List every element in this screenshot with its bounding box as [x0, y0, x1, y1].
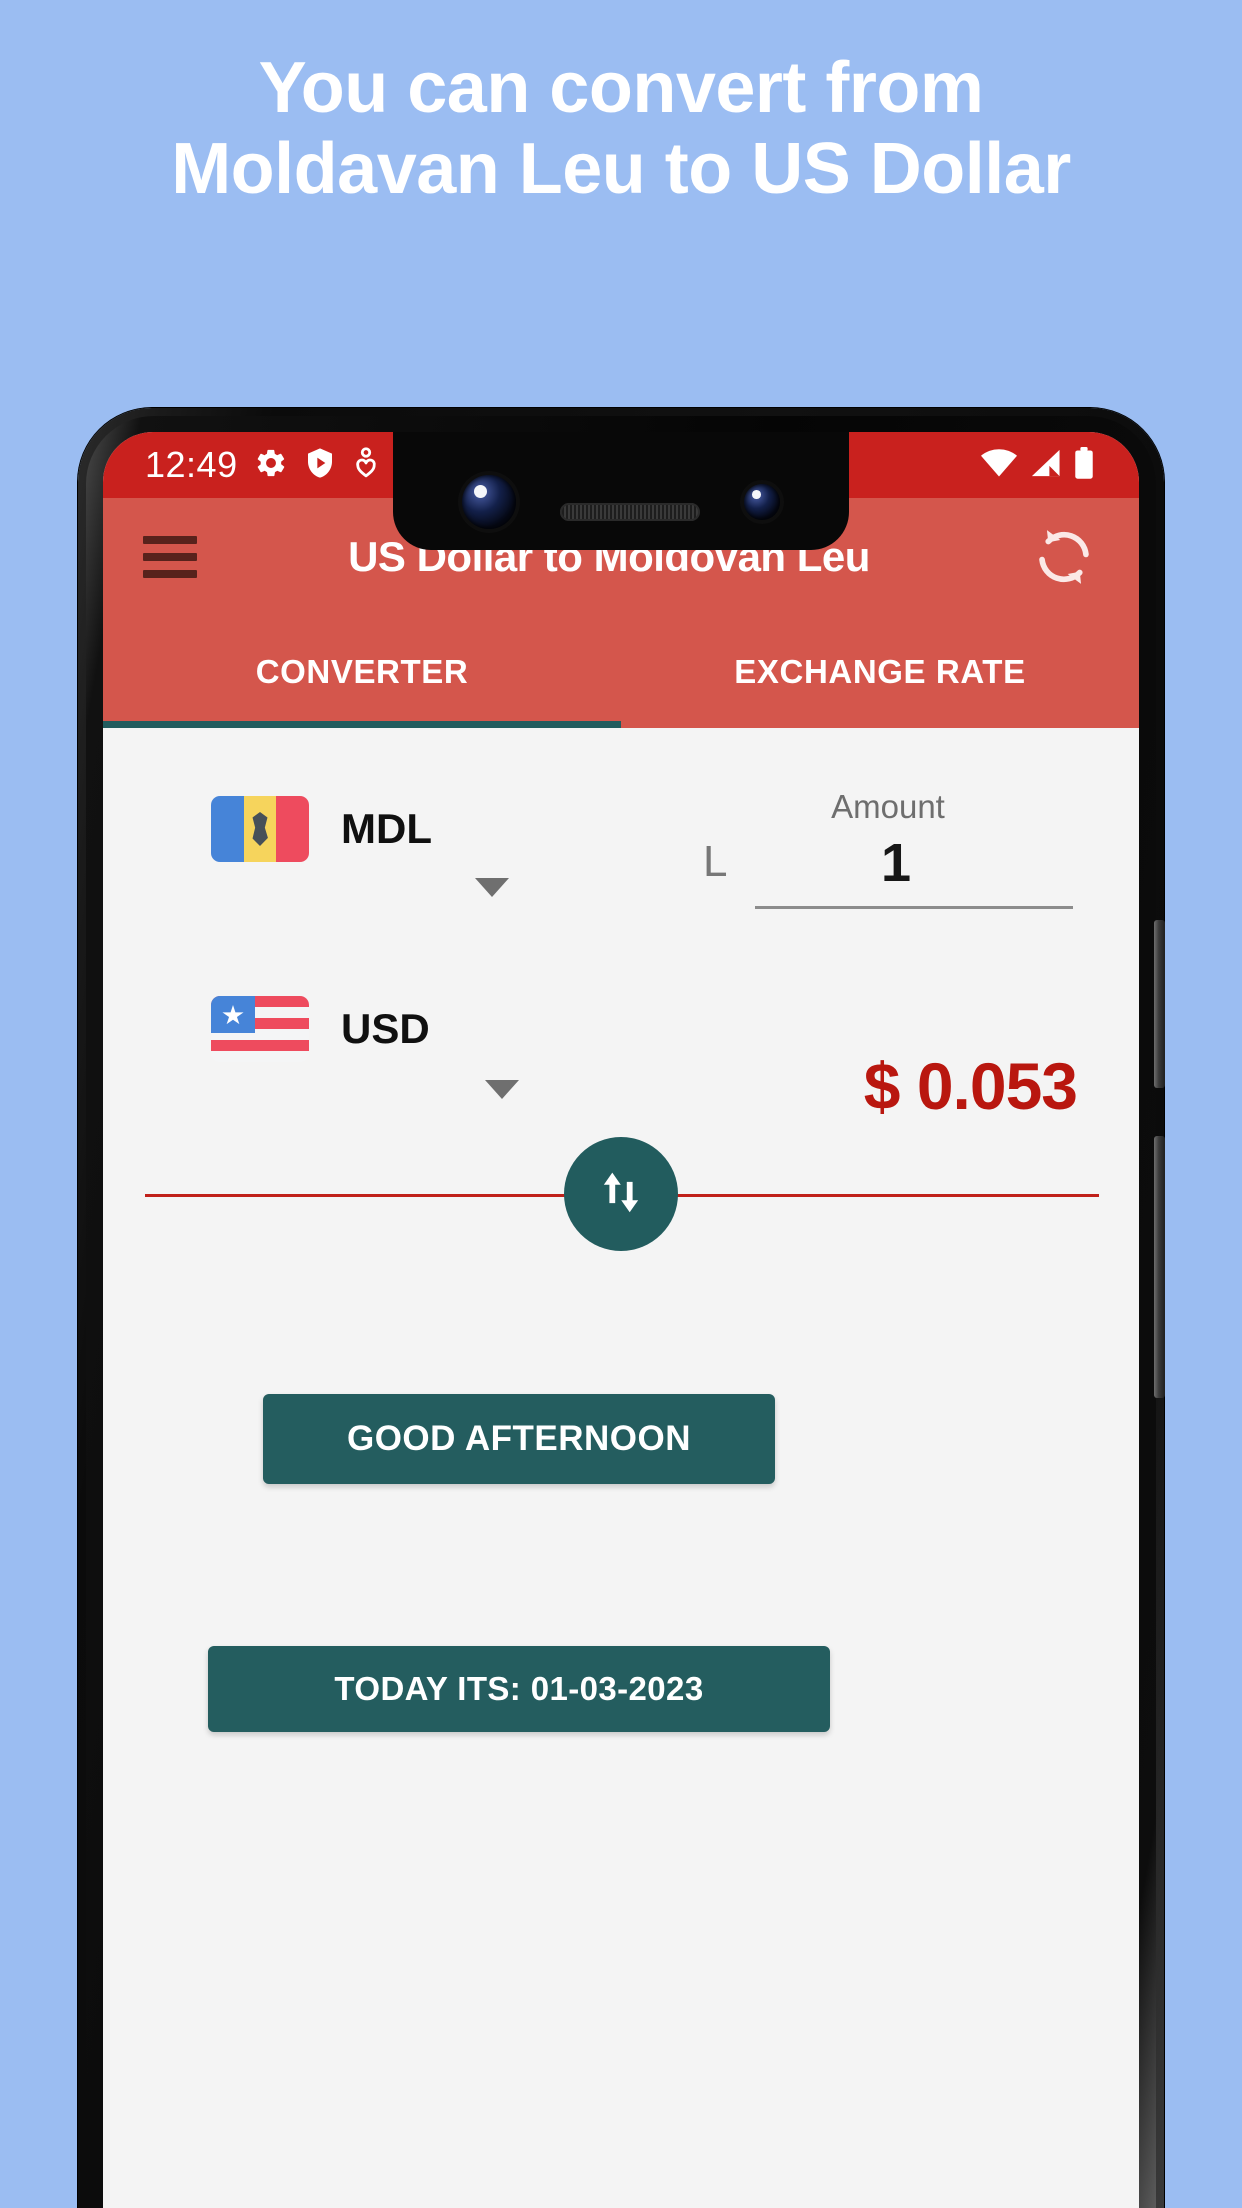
status-bar-right: [981, 432, 1095, 498]
power-button[interactable]: [1154, 920, 1165, 1088]
tab-bar: CONVERTER EXCHANGE RATE: [103, 616, 1139, 728]
tab-exchange-rate[interactable]: EXCHANGE RATE: [621, 616, 1139, 728]
phone-notch: [393, 432, 849, 550]
status-bar-left: 12:49: [103, 444, 380, 486]
status-bar-clock: 12:49: [145, 444, 238, 485]
usa-flag-icon: [211, 996, 309, 1062]
greeting-button[interactable]: GOOD AFTERNOON: [263, 1394, 775, 1484]
amount-input-underline: [755, 906, 1073, 909]
gear-icon: [254, 446, 288, 485]
promo-headline: You can convert from Moldavan Leu to US …: [171, 48, 1071, 209]
from-currency-code: MDL: [341, 805, 432, 852]
amount-input[interactable]: 1: [755, 836, 1073, 890]
swap-vertical-arrows-icon: [592, 1163, 650, 1226]
front-camera-secondary-icon: [744, 484, 780, 520]
today-date-button[interactable]: TODAY ITS: 01-03-2023: [208, 1646, 830, 1732]
battery-icon: [1073, 446, 1095, 484]
amount-label: Amount: [831, 788, 945, 825]
wifi-icon: [981, 448, 1017, 483]
front-camera-primary-icon: [462, 475, 516, 529]
conversion-result: $ 0.053: [863, 1049, 1078, 1123]
cellular-signal-icon: [1029, 448, 1061, 483]
to-currency-code: USD: [341, 1005, 430, 1052]
from-currency-chevron-down-icon[interactable]: [475, 878, 509, 897]
earpiece-speaker: [560, 503, 700, 521]
heart-person-icon: [352, 446, 380, 485]
volume-button[interactable]: [1154, 1136, 1165, 1398]
converter-panel: MDL Amount L 1 USD $ 0.053 GOOD AFTERNOO…: [103, 728, 1139, 2208]
refresh-icon[interactable]: [1031, 524, 1097, 590]
tab-converter[interactable]: CONVERTER: [103, 616, 621, 728]
play-shield-icon: [304, 446, 336, 485]
to-currency-chevron-down-icon[interactable]: [485, 1080, 519, 1099]
swap-currencies-button[interactable]: [564, 1137, 678, 1251]
from-currency-symbol: L: [703, 837, 728, 886]
phone-screen: 12:49 US Dollar to Moldovan Leu CONVERTE…: [103, 432, 1139, 2208]
tab-exchange-rate-label: EXCHANGE RATE: [734, 653, 1026, 690]
moldova-flag-icon: [211, 796, 309, 862]
phone-mockup: 12:49 US Dollar to Moldovan Leu CONVERTE…: [78, 408, 1165, 2208]
amount-field-group: Amount L 1: [703, 788, 1073, 909]
tab-converter-label: CONVERTER: [255, 653, 469, 690]
